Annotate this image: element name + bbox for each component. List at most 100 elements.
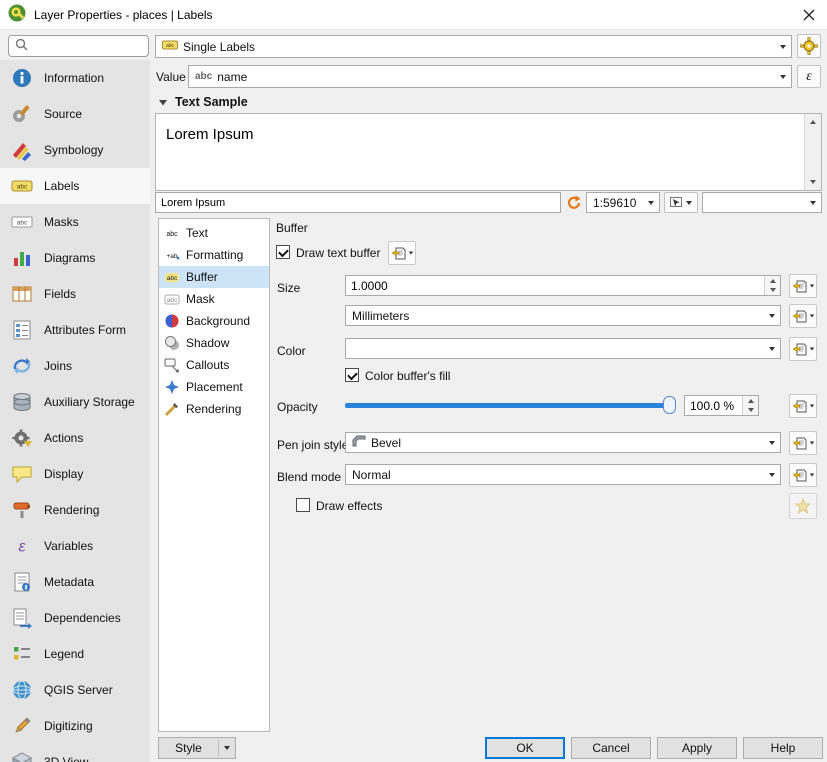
text-sample-section-header[interactable]: Text Sample	[158, 95, 248, 109]
color-buffer-fill-checkbox[interactable]	[345, 368, 359, 382]
rendering-tab-icon	[164, 401, 180, 417]
spin-up-button[interactable]	[765, 276, 780, 286]
data-defined-override-button-size[interactable]	[789, 274, 817, 298]
expression-builder-button[interactable]: ε	[797, 65, 821, 88]
sample-text-input[interactable]	[156, 193, 560, 212]
cancel-button[interactable]: Cancel	[571, 737, 651, 759]
sidebar-item-metadata[interactable]: Metadata	[0, 564, 150, 600]
help-button[interactable]: Help	[743, 737, 823, 759]
opacity-spinbox[interactable]	[684, 395, 759, 416]
data-defined-override-button-units[interactable]	[789, 304, 817, 328]
ok-button[interactable]: OK	[485, 737, 565, 759]
sidebar-item-digitizing[interactable]: Digitizing	[0, 708, 150, 744]
sidebar-item-diagrams[interactable]: Diagrams	[0, 240, 150, 276]
cancel-button-label: Cancel	[592, 741, 629, 755]
tab-buffer[interactable]: abc Buffer	[159, 266, 269, 288]
opacity-slider-track[interactable]	[345, 403, 676, 408]
opacity-spin-buttons[interactable]	[742, 396, 758, 415]
qgis-logo-icon	[8, 4, 26, 25]
sidebar-item-label: Diagrams	[44, 251, 95, 265]
epsilon-icon: ε	[806, 69, 812, 85]
sidebar-item-attributes-form[interactable]: Attributes Form	[0, 312, 150, 348]
data-defined-override-button-color[interactable]	[789, 337, 817, 361]
sidebar: Information Source Symbology abc Labels …	[0, 60, 150, 762]
data-defined-override-button-opacity[interactable]	[789, 394, 817, 418]
sidebar-item-label: Dependencies	[44, 611, 121, 625]
sidebar-item-label: Auxiliary Storage	[44, 395, 135, 409]
data-defined-override-button-draw-buffer[interactable]	[388, 241, 416, 265]
draw-effects-checkbox[interactable]	[296, 498, 310, 512]
data-defined-override-button-pen-join[interactable]	[789, 431, 817, 455]
pen-join-style-dropdown[interactable]: Bevel	[345, 432, 781, 453]
symbology-icon	[10, 138, 34, 162]
sidebar-item-masks[interactable]: abc Masks	[0, 204, 150, 240]
sidebar-item-source[interactable]: Source	[0, 96, 150, 132]
size-units-dropdown[interactable]: Millimeters	[345, 305, 781, 326]
sidebar-item-display[interactable]: Display	[0, 456, 150, 492]
opacity-slider-handle[interactable]	[663, 396, 676, 414]
sidebar-item-information[interactable]: Information	[0, 60, 150, 96]
scale-dropdown[interactable]: 1:59610	[586, 192, 660, 213]
sidebar-item-labels[interactable]: abc Labels	[0, 168, 150, 204]
buffer-color-dropdown[interactable]	[345, 338, 781, 359]
search-input[interactable]	[33, 40, 142, 52]
spin-up-button[interactable]	[743, 396, 758, 406]
svg-text:ε: ε	[18, 539, 26, 556]
sidebar-item-dependencies[interactable]: Dependencies	[0, 600, 150, 636]
tab-formatting[interactable]: +ab Formatting	[159, 244, 269, 266]
sidebar-item-symbology[interactable]: Symbology	[0, 132, 150, 168]
preview-background-dropdown[interactable]	[702, 192, 822, 213]
size-spin-buttons[interactable]	[764, 276, 780, 295]
sidebar-item-legend[interactable]: Legend	[0, 636, 150, 672]
tab-mask[interactable]: abc Mask	[159, 288, 269, 310]
joins-icon	[10, 354, 34, 378]
background-tab-icon	[164, 313, 180, 329]
auto-placement-settings-button[interactable]	[797, 34, 821, 58]
spin-down-button[interactable]	[743, 406, 758, 416]
labels-icon: abc	[10, 174, 34, 198]
reset-sample-text-button[interactable]	[563, 192, 584, 213]
mask-tab-icon: abc	[164, 291, 180, 307]
style-menu-button[interactable]: Style	[158, 737, 236, 759]
rendering-icon	[10, 498, 34, 522]
tab-background[interactable]: Background	[159, 310, 269, 332]
set-scale-from-canvas-button[interactable]	[664, 192, 698, 213]
tab-placement[interactable]: Placement	[159, 376, 269, 398]
sidebar-item-rendering[interactable]: Rendering	[0, 492, 150, 528]
preview-scrollbar[interactable]	[804, 114, 821, 190]
value-field-dropdown[interactable]: abc name	[188, 65, 792, 88]
sidebar-item-joins[interactable]: Joins	[0, 348, 150, 384]
sidebar-item-actions[interactable]: Actions	[0, 420, 150, 456]
value-field-name: name	[217, 70, 247, 84]
tab-text[interactable]: abc Text	[159, 222, 269, 244]
size-spinbox[interactable]	[345, 275, 781, 296]
draw-text-buffer-checkbox[interactable]	[276, 245, 290, 259]
opacity-input[interactable]	[685, 396, 741, 415]
scroll-down-button[interactable]	[805, 174, 821, 190]
fields-icon	[10, 282, 34, 306]
sidebar-item-fields[interactable]: Fields	[0, 276, 150, 312]
close-button[interactable]	[803, 9, 815, 24]
sample-text-field[interactable]	[155, 192, 561, 213]
text-field-type-icon: abc	[195, 71, 212, 82]
sidebar-item-auxiliary-storage[interactable]: Auxiliary Storage	[0, 384, 150, 420]
apply-button[interactable]: Apply	[657, 737, 737, 759]
customize-effects-button[interactable]	[789, 493, 817, 519]
scroll-up-button[interactable]	[805, 114, 821, 130]
sidebar-item-qgis-server[interactable]: QGIS Server	[0, 672, 150, 708]
tab-callouts[interactable]: Callouts	[159, 354, 269, 376]
blend-mode-dropdown[interactable]: Normal	[345, 464, 781, 485]
tab-shadow[interactable]: Shadow	[159, 332, 269, 354]
star-icon	[795, 498, 811, 514]
data-defined-override-button-blend-mode[interactable]	[789, 463, 817, 487]
option-search-box[interactable]	[8, 35, 149, 57]
tab-rendering[interactable]: Rendering	[159, 398, 269, 420]
sidebar-item-variables[interactable]: ε Variables	[0, 528, 150, 564]
title-bar: Layer Properties - places | Labels	[0, 0, 827, 30]
size-input[interactable]	[346, 276, 763, 295]
label-mode-dropdown[interactable]: abc Single Labels	[155, 35, 792, 58]
display-icon	[10, 462, 34, 486]
sidebar-item-3d-view[interactable]: 3D View	[0, 744, 150, 762]
dependencies-icon	[10, 606, 34, 630]
spin-down-button[interactable]	[765, 286, 780, 296]
